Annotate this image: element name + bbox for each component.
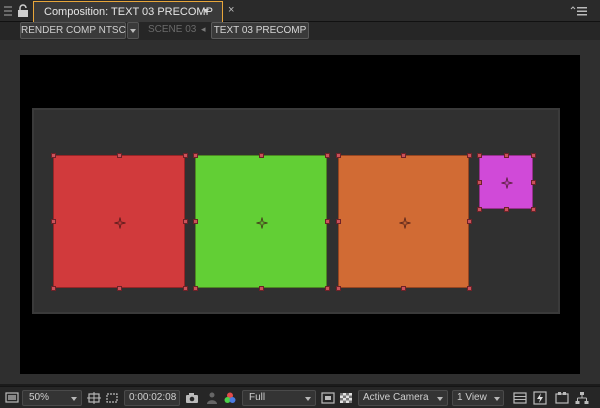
red-square-layer[interactable]	[50, 152, 188, 291]
anchor-point-icon[interactable]	[256, 216, 268, 229]
selection-handle[interactable]	[116, 285, 122, 291]
timecode-field[interactable]: 0:00:02:08	[124, 390, 180, 406]
magenta-square-layer[interactable]	[476, 152, 536, 212]
camera-icon[interactable]	[184, 390, 200, 406]
tab-close-button[interactable]: ×	[228, 4, 234, 16]
breadcrumb-arrow-icon: ◂	[201, 24, 206, 34]
fast-preview-icon[interactable]	[532, 390, 548, 406]
camera-view-select[interactable]: Active Camera	[358, 390, 448, 406]
breadcrumb-scene[interactable]: SCENE 03	[148, 24, 196, 35]
zoom-select[interactable]: 50%	[22, 390, 82, 406]
selection-handle[interactable]	[476, 179, 482, 185]
monitor-icon[interactable]	[4, 390, 20, 406]
breadcrumb-dropdown-icon[interactable]	[127, 22, 139, 39]
resolution-select[interactable]: Full	[242, 390, 316, 406]
selection-handle[interactable]	[466, 285, 472, 291]
selection-handle[interactable]	[335, 219, 341, 224]
selection-handle[interactable]	[401, 152, 406, 158]
selection-handle[interactable]	[192, 285, 198, 291]
selection-handle[interactable]	[476, 206, 482, 212]
view-layout-select[interactable]: 1 View	[452, 390, 504, 406]
selection-handle[interactable]	[466, 152, 472, 158]
anchor-point-icon[interactable]	[398, 216, 411, 229]
selection-handle[interactable]	[324, 219, 330, 224]
lock-icon[interactable]	[16, 4, 30, 18]
camera-view-value: Active Camera	[363, 392, 429, 403]
selection-handle[interactable]	[182, 219, 188, 224]
selection-handle[interactable]	[335, 152, 341, 158]
orange-square-layer[interactable]	[335, 152, 472, 291]
viewer-toolbar: 50% 0:00:02:08 Full Active Camera 1 View	[0, 386, 600, 408]
anchor-point-icon[interactable]	[501, 177, 513, 189]
green-square-layer[interactable]	[192, 152, 330, 291]
selection-handle[interactable]	[50, 285, 56, 291]
color-channels-icon[interactable]	[222, 390, 238, 406]
chevron-down-icon	[494, 397, 500, 401]
selection-handle[interactable]	[401, 285, 406, 291]
selection-handle[interactable]	[466, 219, 472, 224]
mask-icon[interactable]	[104, 390, 120, 406]
breadcrumb-current-comp[interactable]: TEXT 03 PRECOMP	[211, 22, 309, 39]
timecode-value: 0:00:02:08	[129, 392, 177, 403]
tab-title: Composition: TEXT 03 PRECOMP	[44, 6, 213, 18]
chevron-down-icon	[305, 397, 311, 401]
selection-handle[interactable]	[324, 152, 330, 158]
selection-handle[interactable]	[530, 152, 536, 158]
selection-handle[interactable]	[530, 206, 536, 212]
selection-handle[interactable]	[476, 152, 482, 158]
selection-handle[interactable]	[335, 285, 341, 291]
selection-handle[interactable]	[503, 206, 509, 212]
anchor-point-icon[interactable]	[114, 216, 126, 229]
tab-composition[interactable]: Composition: TEXT 03 PRECOMP	[33, 1, 223, 22]
flowchart-icon[interactable]	[574, 390, 590, 406]
panel-menu-icon[interactable]	[570, 5, 588, 17]
selection-handle[interactable]	[192, 152, 198, 158]
breadcrumb-render-comp[interactable]: RENDER COMP NTSC	[20, 22, 126, 39]
composition-navigator: RENDER COMP NTSC SCENE 03 ◂ TEXT 03 PREC…	[0, 22, 600, 40]
selection-handle[interactable]	[324, 285, 330, 291]
selection-handle[interactable]	[192, 219, 198, 224]
roi-icon[interactable]	[320, 390, 336, 406]
view-layout-value: 1 View	[457, 392, 487, 403]
selection-handle[interactable]	[258, 152, 264, 158]
composition-viewer[interactable]	[0, 40, 600, 384]
person-icon[interactable]	[204, 390, 220, 406]
selection-handle[interactable]	[50, 152, 56, 158]
selection-handle[interactable]	[503, 152, 509, 158]
panel-tab-bar: Composition: TEXT 03 PRECOMP ×	[0, 0, 600, 22]
comp-flowchart-icon[interactable]	[554, 390, 570, 406]
selection-handle[interactable]	[116, 152, 122, 158]
selection-handle[interactable]	[50, 219, 56, 224]
region-icon[interactable]	[86, 390, 102, 406]
panel-grip-icon[interactable]	[4, 6, 12, 16]
selection-handle[interactable]	[258, 285, 264, 291]
tab-dropdown-icon[interactable]	[203, 9, 209, 13]
chevron-down-icon	[437, 397, 443, 401]
chevron-down-icon	[71, 397, 77, 401]
selection-handle[interactable]	[530, 179, 536, 185]
timeline-icon[interactable]	[512, 390, 528, 406]
zoom-value: 50%	[29, 392, 50, 403]
selection-handle[interactable]	[182, 152, 188, 158]
selection-handle[interactable]	[182, 285, 188, 291]
transparency-grid-icon[interactable]	[338, 390, 354, 406]
resolution-value: Full	[249, 392, 266, 403]
